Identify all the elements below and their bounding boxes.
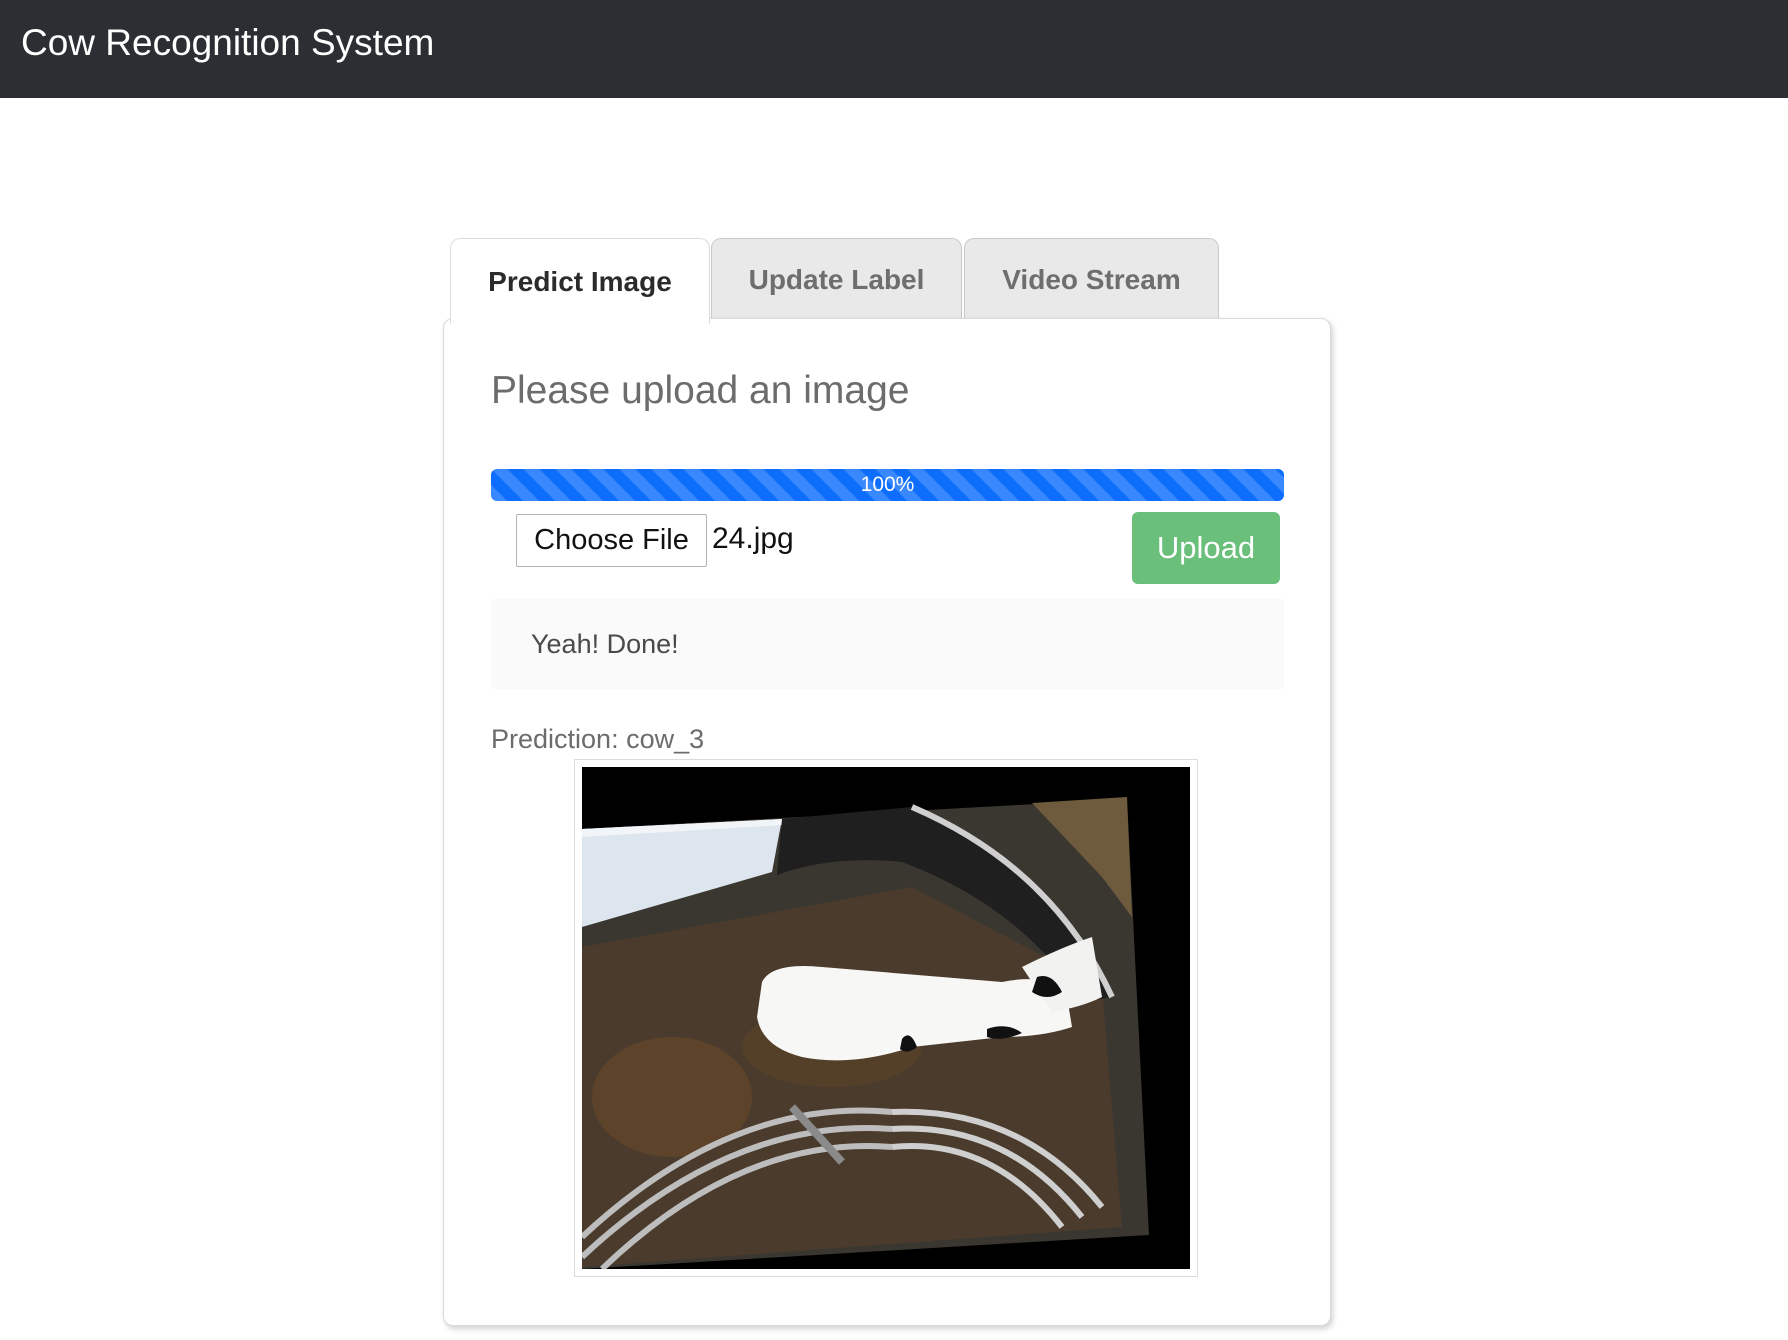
- status-box: Yeah! Done!: [491, 599, 1284, 689]
- upload-progress: 100%: [491, 469, 1284, 501]
- navbar: Cow Recognition System: [0, 0, 1788, 98]
- prediction-image-frame: [574, 759, 1198, 1277]
- prediction-label: Prediction: cow_3: [491, 724, 705, 754]
- choose-file-button[interactable]: Choose File: [516, 514, 707, 567]
- predict-panel: Please upload an image 100% Choose File …: [443, 318, 1331, 1326]
- upload-heading: Please upload an image: [491, 369, 910, 412]
- tab-update-label[interactable]: Update Label: [711, 238, 962, 320]
- app-title[interactable]: Cow Recognition System: [21, 22, 434, 64]
- status-message: Yeah! Done!: [531, 629, 679, 659]
- selected-file-name: 24.jpg: [712, 522, 794, 555]
- tab-predict-image[interactable]: Predict Image: [450, 238, 710, 324]
- cow-photo-image: [582, 767, 1190, 1269]
- tab-video-stream[interactable]: Video Stream: [964, 238, 1219, 320]
- progress-bar: 100%: [491, 469, 1284, 501]
- upload-button[interactable]: Upload: [1132, 512, 1280, 584]
